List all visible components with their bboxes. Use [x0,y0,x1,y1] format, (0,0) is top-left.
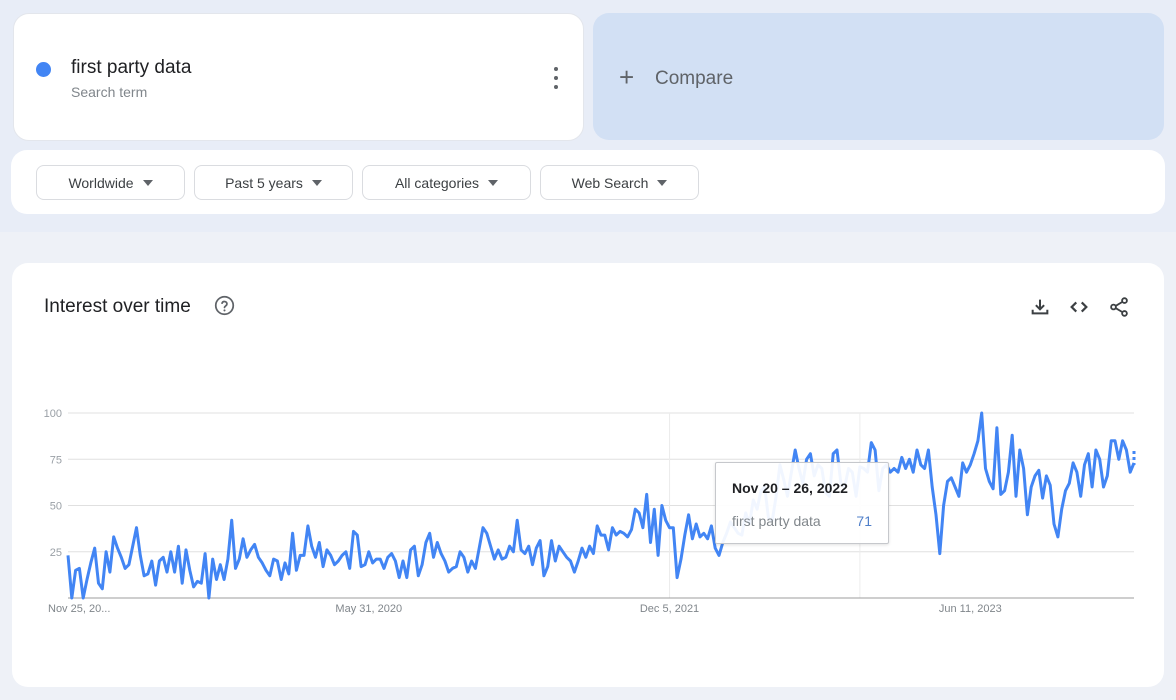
interest-over-time-panel: Interest over time 25 50 75 100 Nov 25, 20..… [12,263,1164,687]
tooltip-date: Nov 20 – 26, 2022 [732,480,848,496]
series-color-dot [36,62,51,77]
filter-time-range[interactable]: Past 5 years [194,165,353,200]
dropdown-caret-icon [311,179,322,186]
x-tick-label: Dec 5, 2021 [640,603,699,615]
x-tick-label: Jun 11, 2023 [939,603,1002,615]
tooltip-term: first party data [732,513,821,529]
more-options-icon[interactable] [548,67,564,89]
filter-location[interactable]: Worldwide [36,165,185,200]
y-tick-label: 25 [50,547,62,559]
search-term-name[interactable]: first party data [71,57,191,79]
filter-location-label: Worldwide [68,174,134,191]
x-tick-label: May 31, 2020 [335,603,402,615]
compare-label: Compare [655,68,734,89]
y-tick-label: 100 [44,408,62,420]
filter-category-label: All categories [394,174,480,191]
filter-search-type[interactable]: Web Search [540,165,699,200]
filter-search-type-label: Web Search [571,174,649,191]
x-tick-label: Nov 25, 20... [48,603,110,615]
plus-icon: + [619,62,635,92]
filter-time-range-label: Past 5 years [225,174,303,191]
dropdown-caret-icon [657,179,668,186]
chart-tooltip: Nov 20 – 26, 2022 first party data 71 [715,462,889,544]
line-chart[interactable]: 25 50 75 100 Nov 25, 20... May 31, 2020 Dec 5,… [12,263,1164,687]
y-tick-label: 75 [50,454,62,466]
dropdown-caret-icon [142,179,153,186]
search-term-card[interactable]: first party data Search term [13,13,584,141]
search-term-subtitle: Search term [71,84,148,100]
filter-bar: Worldwide Past 5 years All categories We… [11,150,1165,214]
dropdown-caret-icon [488,179,499,186]
tooltip-value: 71 [856,513,872,529]
compare-button[interactable]: + Compare [593,13,1164,140]
y-tick-label: 50 [50,501,62,513]
filter-category[interactable]: All categories [362,165,531,200]
